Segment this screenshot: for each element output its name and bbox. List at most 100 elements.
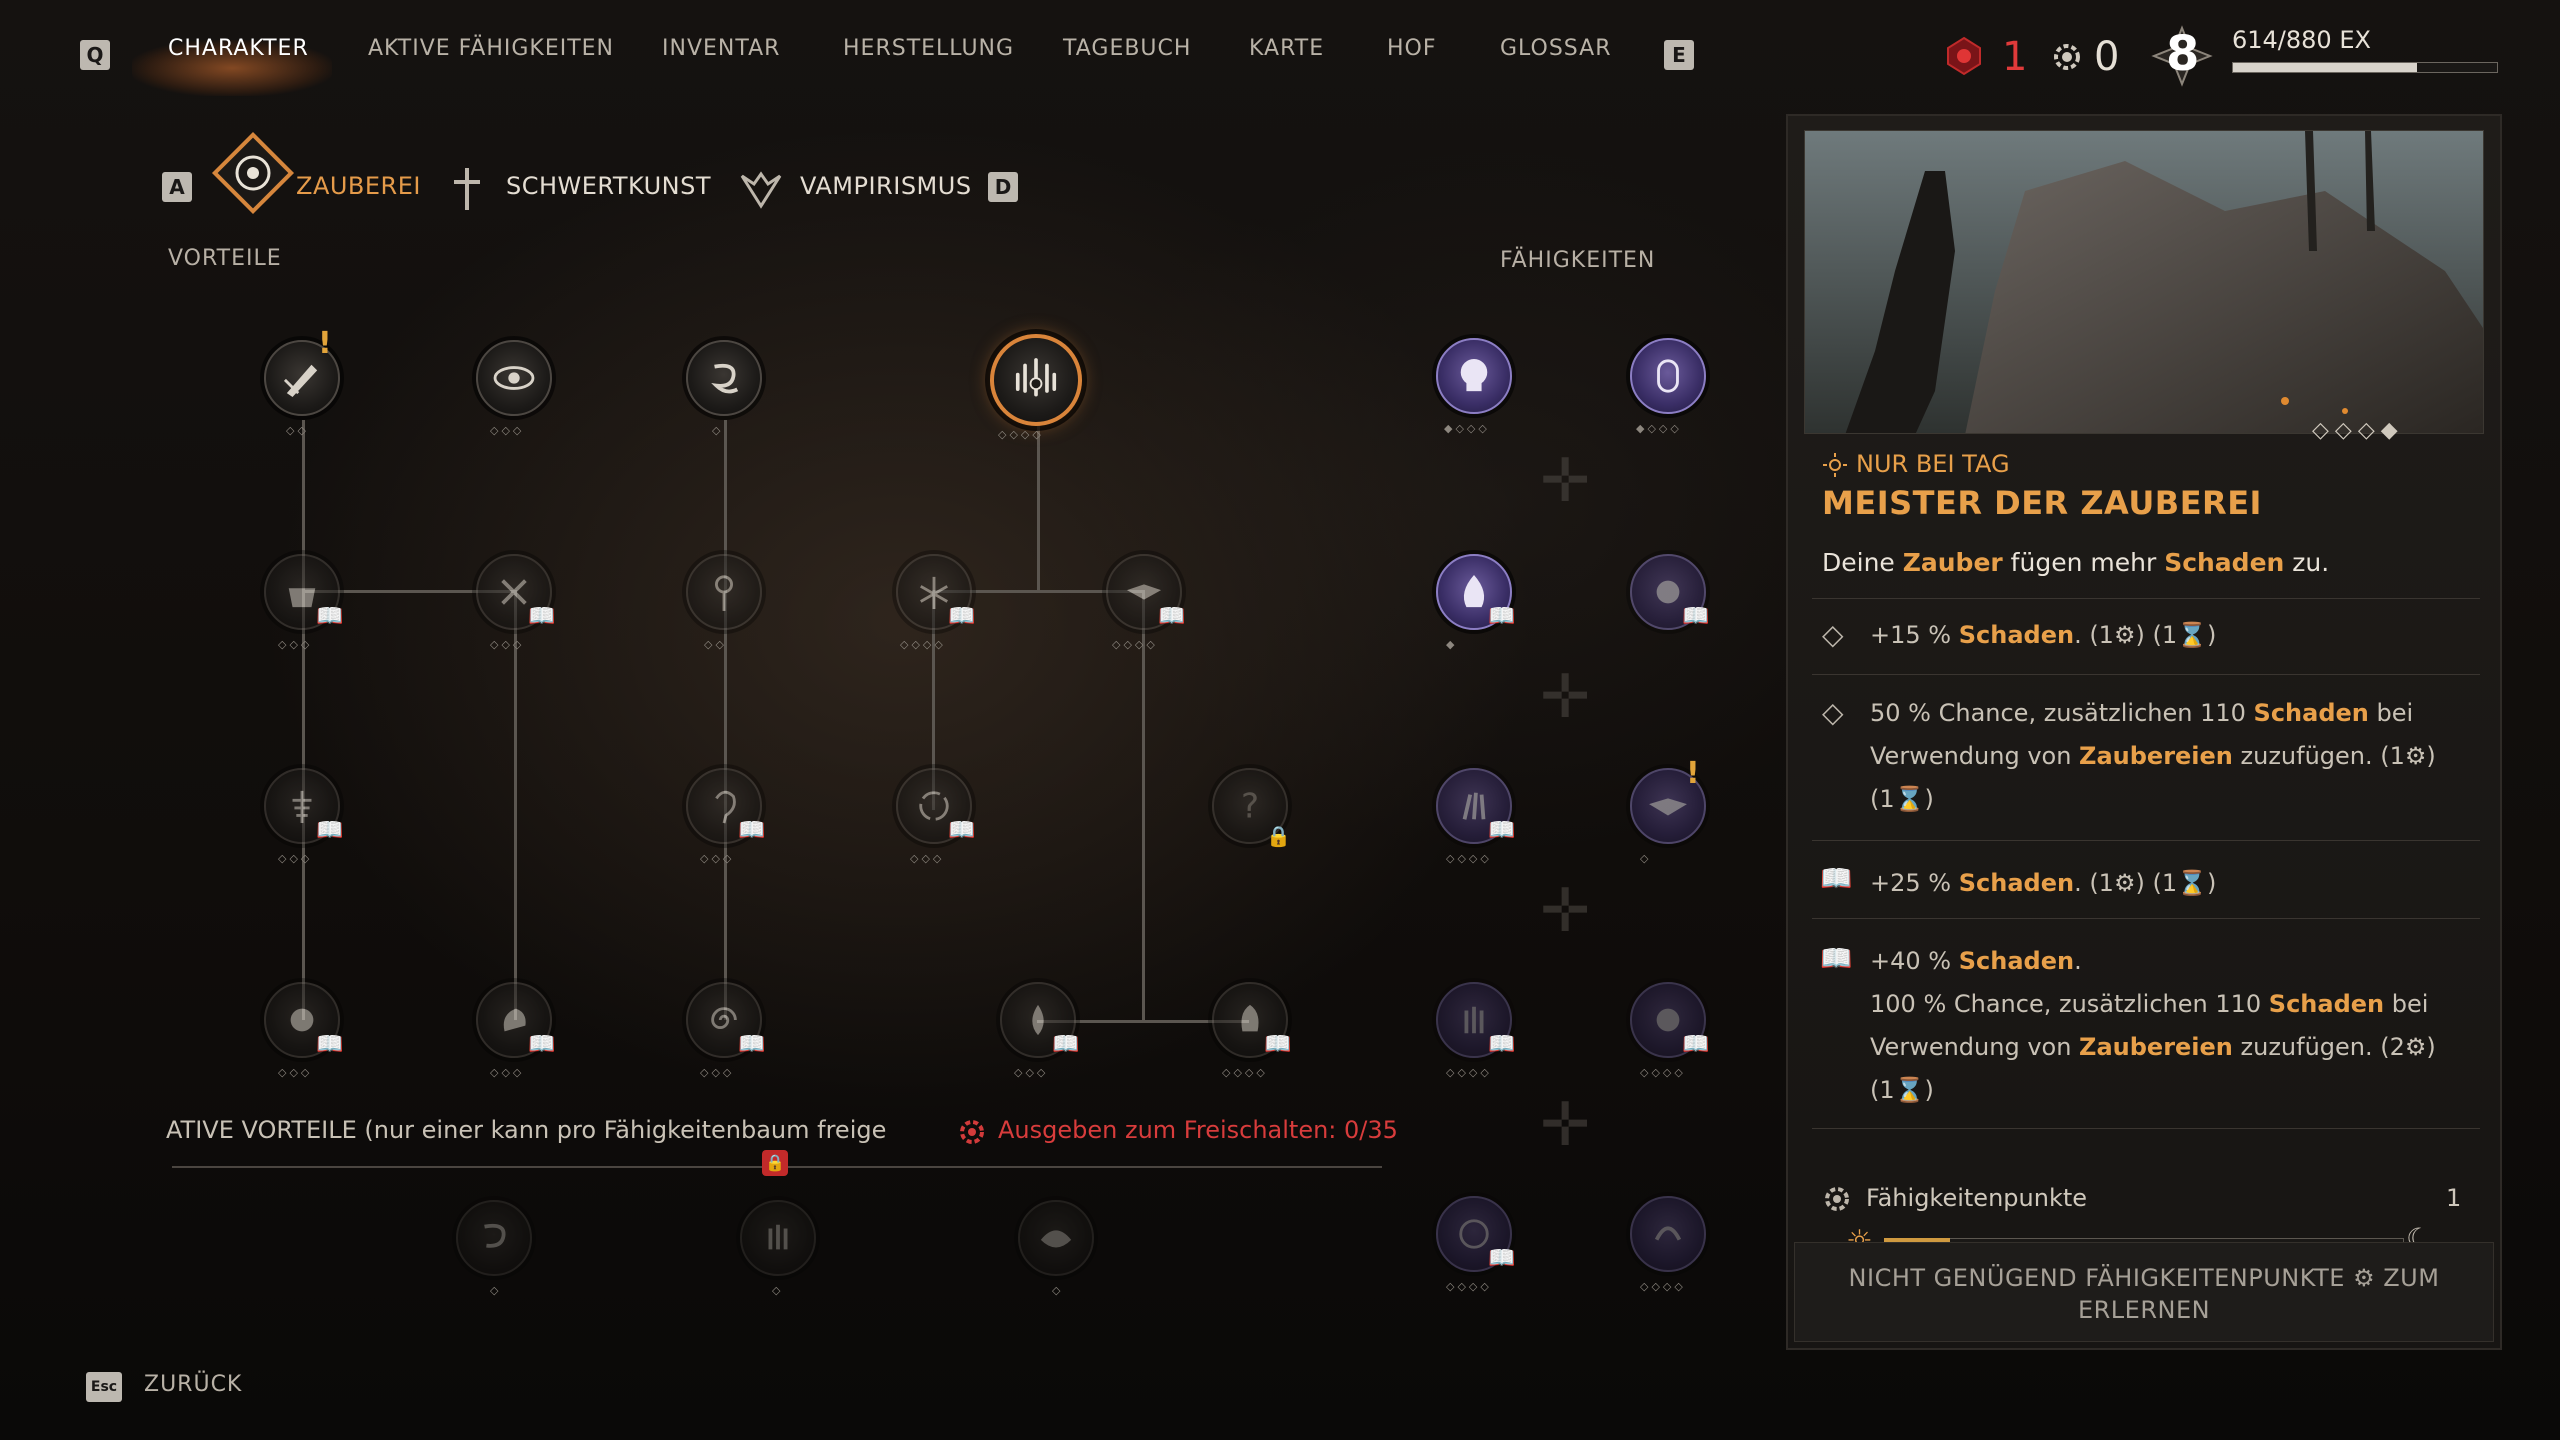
perk-rank-dots: ◇◇◇ (278, 638, 313, 651)
perk-node-serpent[interactable] (686, 340, 762, 416)
perk-node-meister-der-zauberei[interactable] (990, 334, 1082, 426)
book-icon: 📖 (1682, 604, 1710, 629)
new-ability-alert-icon: ! (1686, 756, 1700, 791)
tab-karte[interactable]: KARTE (1249, 36, 1324, 61)
book-icon: 📖 (738, 818, 766, 843)
xp-bar (2232, 62, 2498, 73)
book-icon: 📖 (1488, 1246, 1516, 1271)
divider (1812, 674, 2480, 675)
tree-connector (724, 420, 727, 1020)
book-icon: 📖 (1052, 1032, 1080, 1057)
perk-rank-dots: ◇ (712, 424, 724, 437)
book-icon: 📖 (948, 604, 976, 629)
ability-rank-dots: ◇◇◇◇ (1640, 1280, 1686, 1293)
perk-rank-dots: ◇◇◇ (490, 1066, 525, 1079)
ability-rank-dots: ◇◇◇◇ (1640, 1066, 1686, 1079)
ability-node-skull[interactable] (1436, 338, 1512, 414)
tab-charakter[interactable]: CHARAKTER (168, 36, 309, 61)
book-icon: 📖 (528, 1032, 556, 1057)
back-key[interactable]: Esc (86, 1372, 122, 1402)
tab-schwertkunst[interactable]: SCHWERTKUNST (506, 172, 711, 200)
tree-connector (1037, 420, 1040, 590)
skill-description: Deine Zauber fügen mehr Schaden zu. (1822, 548, 2330, 577)
lock-icon: 🔒 (1266, 824, 1291, 848)
book-icon: 📖 (1488, 604, 1516, 629)
tab-right-key[interactable]: D (988, 172, 1018, 202)
tab-vampirismus[interactable]: VAMPIRISMUS (800, 172, 972, 200)
tree-connector (302, 420, 305, 1020)
ability-node-dancer[interactable] (1630, 1196, 1706, 1272)
tab-herstellung[interactable]: HERSTELLUNG (843, 36, 1014, 61)
ability-connector-cross: ✛ (1540, 1090, 1591, 1160)
perk-rank-dots: ◇ (1052, 1284, 1064, 1297)
ability-rank-dots: ◇◇◇◇ (1446, 1066, 1492, 1079)
ability-connector-cross: ✛ (1540, 876, 1591, 946)
tab-hof[interactable]: HOF (1387, 36, 1437, 61)
active-perk-node-beast[interactable] (1018, 1200, 1094, 1276)
ability-rank-dots: ◇◇◇◇ (1446, 1280, 1492, 1293)
tab-inventar[interactable]: INVENTAR (662, 36, 780, 61)
perk-rank-dots: ◇◇◇◇ (900, 638, 946, 651)
tab-zauberei[interactable]: ZAUBEREI (296, 172, 421, 200)
stat-rank-3: +25 % Schaden. (1⚙) (1⌛) (1870, 869, 2217, 897)
skill-points-count: 0 (2094, 34, 2120, 80)
tree-connector (1142, 590, 1145, 1020)
book-icon: 📖 (316, 818, 344, 843)
active-perk-node-serpent[interactable] (456, 1200, 532, 1276)
tab-aktive-faehigkeiten[interactable]: AKTIVE FÄHIGKEITEN (368, 36, 614, 61)
perk-rank-dots: ◇◇◇◇ (998, 428, 1044, 441)
book-icon: 📖 (1682, 1032, 1710, 1057)
abilities-heading: FÄHIGKEITEN (1500, 248, 1656, 273)
book-icon: 📖 (1488, 1032, 1516, 1057)
ability-rank-dots: ◇ (1640, 852, 1652, 865)
perk-rank-dots: ◇◇◇ (278, 1066, 313, 1079)
xp-label: 614/880 EX (2232, 26, 2371, 54)
divider (1812, 840, 2480, 841)
perk-rank-dots: ◇ (490, 1284, 502, 1297)
divider (1812, 918, 2480, 919)
level-number: 8 (2166, 26, 2200, 82)
perk-rank-dots: ◇◇◇ (490, 638, 525, 651)
book-icon: 📖 (528, 604, 556, 629)
rank-diamond-icon: ◇ (1822, 618, 1844, 651)
gear-icon (960, 1120, 984, 1144)
sword-tab-icon[interactable] (446, 164, 488, 214)
perk-node-staff[interactable] (686, 554, 762, 630)
active-perk-node-hand[interactable] (740, 1200, 816, 1276)
ability-connector-cross: ✛ (1540, 446, 1591, 516)
unlock-requirement: Ausgeben zum Freischalten: 0/35 (998, 1116, 1398, 1144)
gear-icon (1825, 1187, 1849, 1211)
stat-rank-2: 50 % Chance, zusätzlichen 110 Schaden be… (1870, 699, 2436, 813)
perk-rank-dots: ◇ (772, 1284, 784, 1297)
lock-icon: 🔒 (762, 1150, 788, 1176)
ability-rank-dots: ◇◇◇◇ (1446, 852, 1492, 865)
nav-left-key[interactable]: Q (80, 40, 110, 70)
skill-preview-image (1804, 130, 2484, 434)
book-icon: 📖 (316, 604, 344, 629)
tab-tagebuch[interactable]: TAGEBUCH (1063, 36, 1191, 61)
perk-rank-dots: ◇◇◇ (1014, 1066, 1049, 1079)
ability-node-door[interactable] (1630, 338, 1706, 414)
back-label[interactable]: ZURÜCK (144, 1372, 242, 1397)
perk-node-eye[interactable] (476, 340, 552, 416)
perk-rank-dots: ◇◇ (704, 638, 727, 651)
perk-rank-dots: ◇◇ (286, 424, 309, 437)
new-perk-alert-icon: ! (318, 326, 332, 361)
perk-rank-dots: ◇◇◇ (490, 424, 525, 437)
ability-rank-dots: ◆◇◇◇ (1636, 422, 1682, 435)
tab-left-key[interactable]: A (162, 172, 192, 202)
divider (1812, 598, 2480, 599)
ability-rank-dots: ◆ (1446, 638, 1458, 651)
tab-glossar[interactable]: GLOSSAR (1500, 36, 1612, 61)
skill-points-value: 1 (2446, 1184, 2462, 1212)
vampire-tab-icon[interactable] (738, 166, 784, 212)
nav-right-key[interactable]: E (1664, 40, 1694, 70)
learn-warning: NICHT GENÜGEND FÄHIGKEITENPUNKTE ⚙ ZUM E… (1848, 1264, 2440, 1324)
zauberei-tab-icon[interactable] (210, 130, 296, 216)
book-icon: 📖 (948, 818, 976, 843)
skill-points-label: Fähigkeitenpunkte (1866, 1184, 2088, 1212)
book-icon: 📖 (1820, 944, 1853, 974)
perk-rank-dots: ◇◇◇◇ (1222, 1066, 1268, 1079)
rank-diamond-icon: ◇ (1822, 696, 1844, 729)
stat-rank-1: +15 % Schaden. (1⚙) (1⌛) (1870, 621, 2217, 649)
